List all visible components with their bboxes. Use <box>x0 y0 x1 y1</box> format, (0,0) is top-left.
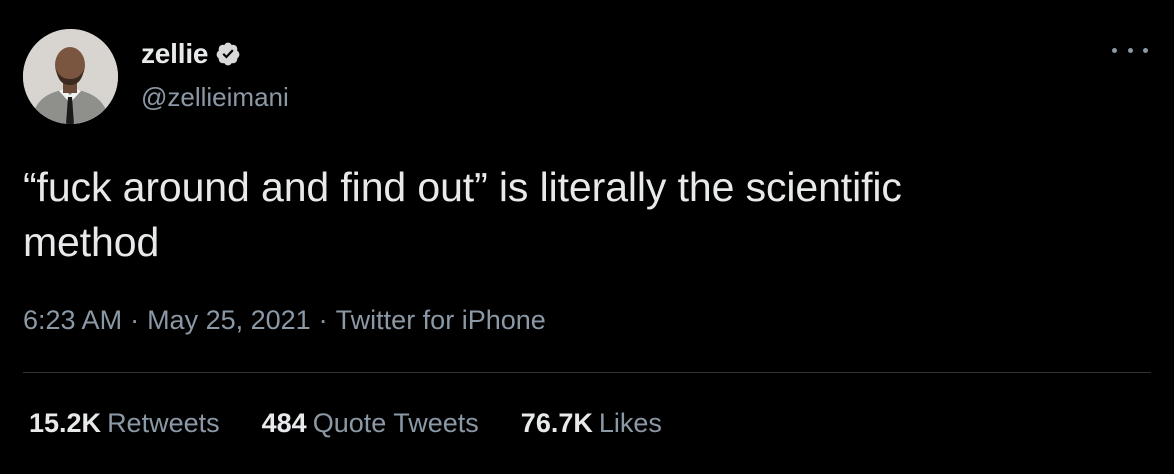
separator: · <box>130 305 140 335</box>
tweet-text-line-2: method <box>23 219 160 265</box>
likes-label: Likes <box>598 408 662 438</box>
likes-stat[interactable]: 76.7K Likes <box>521 408 662 439</box>
tweet-card: zellie @zellieimani “fuck around and fin… <box>0 0 1174 474</box>
separator: · <box>318 305 328 335</box>
more-dots-icon[interactable] <box>1112 40 1148 60</box>
tweet-date[interactable]: May 25, 2021 <box>147 305 311 335</box>
retweets-label: Retweets <box>107 408 220 438</box>
tweet-stats: 15.2K Retweets 484 Quote Tweets 76.7K Likes <box>29 408 704 439</box>
user-info: zellie @zellieimani <box>141 38 289 113</box>
dot <box>1112 47 1117 53</box>
verified-badge-icon <box>215 41 241 67</box>
tweet-text-line-1: “fuck around and find out” is literally … <box>23 164 902 210</box>
display-name[interactable]: zellie <box>141 38 208 70</box>
dot <box>1143 47 1148 53</box>
quote-tweets-stat[interactable]: 484 Quote Tweets <box>262 408 479 439</box>
tweet-text: “fuck around and find out” is literally … <box>23 160 1103 270</box>
handle[interactable]: @zellieimani <box>141 82 289 113</box>
tweet-meta: 6:23 AM · May 25, 2021 · Twitter for iPhone <box>23 305 546 336</box>
quote-tweets-count: 484 <box>261 408 307 438</box>
divider <box>23 372 1151 373</box>
profile-photo-icon <box>23 29 118 124</box>
name-row: zellie <box>141 38 289 70</box>
tweet-time[interactable]: 6:23 AM <box>23 305 122 335</box>
avatar[interactable] <box>23 29 118 124</box>
tweet-source[interactable]: Twitter for iPhone <box>336 305 546 335</box>
quote-tweets-label: Quote Tweets <box>312 408 479 438</box>
retweets-stat[interactable]: 15.2K Retweets <box>29 408 220 439</box>
retweets-count: 15.2K <box>29 408 102 438</box>
dot <box>1127 47 1133 53</box>
likes-count: 76.7K <box>520 408 593 438</box>
